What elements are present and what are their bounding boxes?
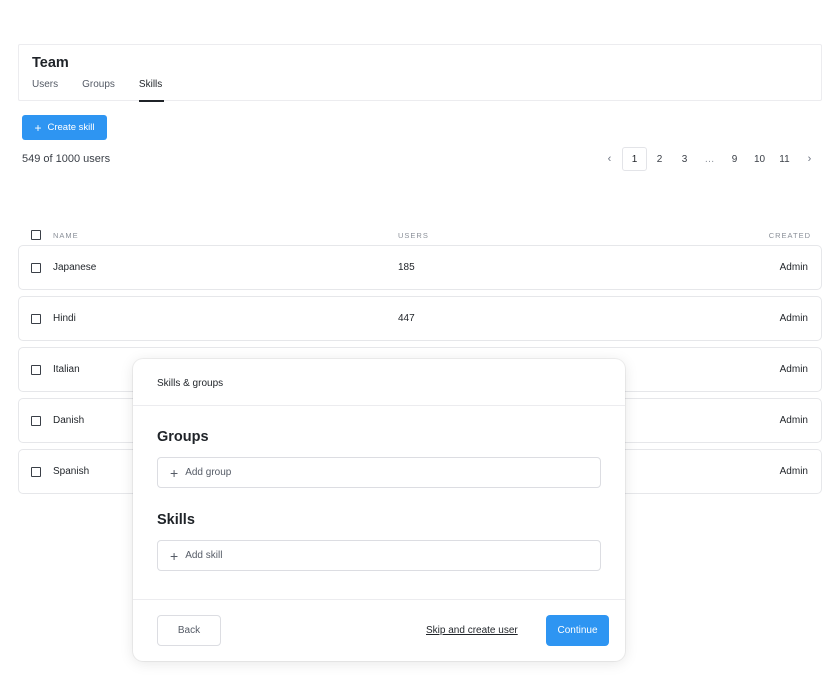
column-header-users: USERS xyxy=(398,231,429,240)
skills-heading: Skills xyxy=(157,512,195,528)
create-skill-button[interactable]: + Create skill xyxy=(22,115,107,140)
skill-created: Admin xyxy=(779,262,808,273)
skill-name: Japanese xyxy=(53,262,97,273)
row-checkbox[interactable] xyxy=(31,263,41,273)
skills-groups-modal: Skills & groups Groups + Add group Skill… xyxy=(133,359,625,661)
modal-header: Skills & groups xyxy=(133,359,625,406)
skill-created: Admin xyxy=(779,313,808,324)
skill-name: Italian xyxy=(53,364,80,375)
team-tabs: Users Groups Skills xyxy=(32,78,186,102)
skill-name: Danish xyxy=(53,415,85,426)
modal-footer: Back Skip and create user Continue xyxy=(133,599,625,661)
row-checkbox[interactable] xyxy=(31,365,41,375)
chevron-right-icon[interactable]: › xyxy=(797,147,822,171)
tab-skills[interactable]: Skills xyxy=(138,78,165,102)
skill-created: Admin xyxy=(779,364,808,375)
table-row[interactable]: Hindi 447 Admin xyxy=(18,296,822,341)
plus-icon: + xyxy=(170,464,179,481)
modal-title: Skills & groups xyxy=(157,378,224,389)
page-button-3[interactable]: 3 xyxy=(672,147,697,171)
page-button-9[interactable]: 9 xyxy=(722,147,747,171)
chevron-left-icon[interactable]: ‹ xyxy=(597,147,622,171)
page-button-1[interactable]: 1 xyxy=(622,147,647,171)
back-button[interactable]: Back xyxy=(157,615,221,646)
column-header-created: CREATED xyxy=(768,231,811,240)
create-skill-label: Create skill xyxy=(47,122,95,133)
page-button-10[interactable]: 10 xyxy=(747,147,772,171)
tab-groups[interactable]: Groups xyxy=(82,78,115,101)
skip-and-create-user-link[interactable]: Skip and create user xyxy=(426,625,518,636)
skill-name: Spanish xyxy=(53,466,90,477)
table-row[interactable]: Japanese 185 Admin xyxy=(18,245,822,290)
add-group-field[interactable]: + Add group xyxy=(157,457,601,488)
team-header: Team Users Groups Skills xyxy=(18,44,822,102)
pagination: ‹ 1 2 3 … 9 10 11 › xyxy=(597,147,822,171)
skill-name: Hindi xyxy=(53,313,76,324)
add-skill-label: Add skill xyxy=(185,550,223,561)
row-checkbox[interactable] xyxy=(31,416,41,426)
select-all-checkbox[interactable] xyxy=(31,230,41,240)
add-skill-field[interactable]: + Add skill xyxy=(157,540,601,571)
skill-created: Admin xyxy=(779,415,808,426)
continue-button[interactable]: Continue xyxy=(546,615,609,646)
skill-users: 185 xyxy=(398,262,415,273)
page-button-11[interactable]: 11 xyxy=(772,147,797,171)
groups-heading: Groups xyxy=(157,429,209,445)
column-header-name: NAME xyxy=(53,231,79,240)
page-ellipsis: … xyxy=(704,153,715,165)
user-count: 549 of 1000 users xyxy=(22,153,111,165)
skill-created: Admin xyxy=(779,466,808,477)
row-checkbox[interactable] xyxy=(31,314,41,324)
page-title: Team xyxy=(32,55,69,71)
row-checkbox[interactable] xyxy=(31,467,41,477)
tab-users[interactable]: Users xyxy=(32,78,58,101)
page-button-2[interactable]: 2 xyxy=(647,147,672,171)
plus-icon: + xyxy=(34,120,42,135)
plus-icon: + xyxy=(170,547,179,564)
skill-users: 447 xyxy=(398,313,415,324)
add-group-label: Add group xyxy=(185,467,232,478)
